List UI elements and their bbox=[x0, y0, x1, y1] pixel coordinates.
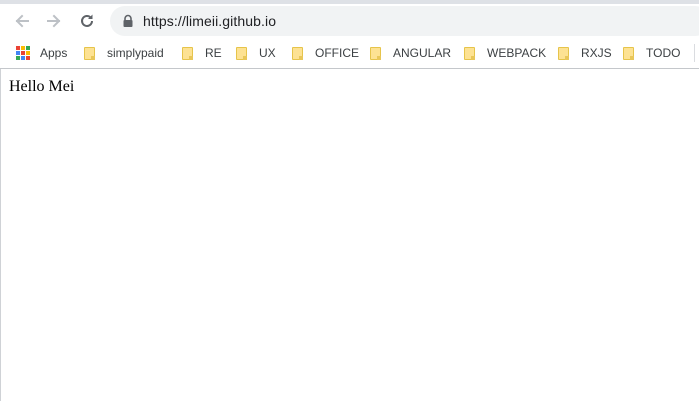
back-button[interactable] bbox=[8, 7, 36, 35]
bookmark-label: RXJS bbox=[581, 46, 612, 60]
bookmarks-separator bbox=[694, 44, 695, 62]
url-text[interactable]: https://limeii.github.io bbox=[143, 13, 276, 29]
page-content: Hello Mei bbox=[0, 69, 699, 401]
folder-icon bbox=[464, 46, 475, 60]
bookmark-label: ANGULAR bbox=[393, 46, 452, 60]
bookmark-label: RE bbox=[205, 46, 222, 60]
bookmark-apps[interactable]: Apps bbox=[16, 43, 67, 63]
folder-icon bbox=[558, 46, 569, 60]
browser-toolbar: https://limeii.github.io bbox=[0, 4, 699, 38]
address-bar[interactable]: https://limeii.github.io bbox=[110, 6, 699, 36]
folder-icon bbox=[370, 46, 381, 60]
bookmarks-bar: Apps simplypaid RE UX OFFICE ANGULAR WEB… bbox=[0, 38, 699, 68]
folder-icon bbox=[182, 46, 193, 60]
bookmark-label: simplypaid bbox=[107, 46, 164, 60]
bookmark-folder-ux[interactable]: UX bbox=[236, 43, 276, 63]
page-greeting: Hello Mei bbox=[9, 78, 75, 95]
lock-icon[interactable] bbox=[122, 14, 134, 28]
bookmark-label: TODO bbox=[646, 46, 681, 60]
apps-grid-icon bbox=[16, 46, 30, 60]
reload-icon bbox=[79, 13, 95, 29]
folder-icon bbox=[84, 46, 95, 60]
bookmark-folder-rxjs[interactable]: RXJS bbox=[558, 43, 612, 63]
arrow-right-icon bbox=[46, 13, 62, 29]
bookmark-label: UX bbox=[259, 46, 276, 60]
bookmark-label: Apps bbox=[40, 46, 68, 60]
bookmark-folder-todo[interactable]: TODO bbox=[623, 43, 680, 63]
reload-button[interactable] bbox=[73, 7, 101, 35]
folder-icon bbox=[236, 46, 247, 60]
arrow-left-icon bbox=[14, 13, 30, 29]
bookmark-label: OFFICE bbox=[315, 46, 359, 60]
bookmark-folder-office[interactable]: OFFICE bbox=[292, 43, 359, 63]
forward-button[interactable] bbox=[40, 7, 68, 35]
bookmark-folder-angular[interactable]: ANGULAR bbox=[370, 43, 451, 63]
folder-icon bbox=[623, 46, 634, 60]
bookmark-label: WEBPACK bbox=[487, 46, 547, 60]
bookmark-folder-re[interactable]: RE bbox=[182, 43, 222, 63]
folder-icon bbox=[292, 46, 303, 60]
bookmark-folder-webpack[interactable]: WEBPACK bbox=[464, 43, 546, 63]
bookmark-folder-simplypaid[interactable]: simplypaid bbox=[84, 43, 164, 63]
